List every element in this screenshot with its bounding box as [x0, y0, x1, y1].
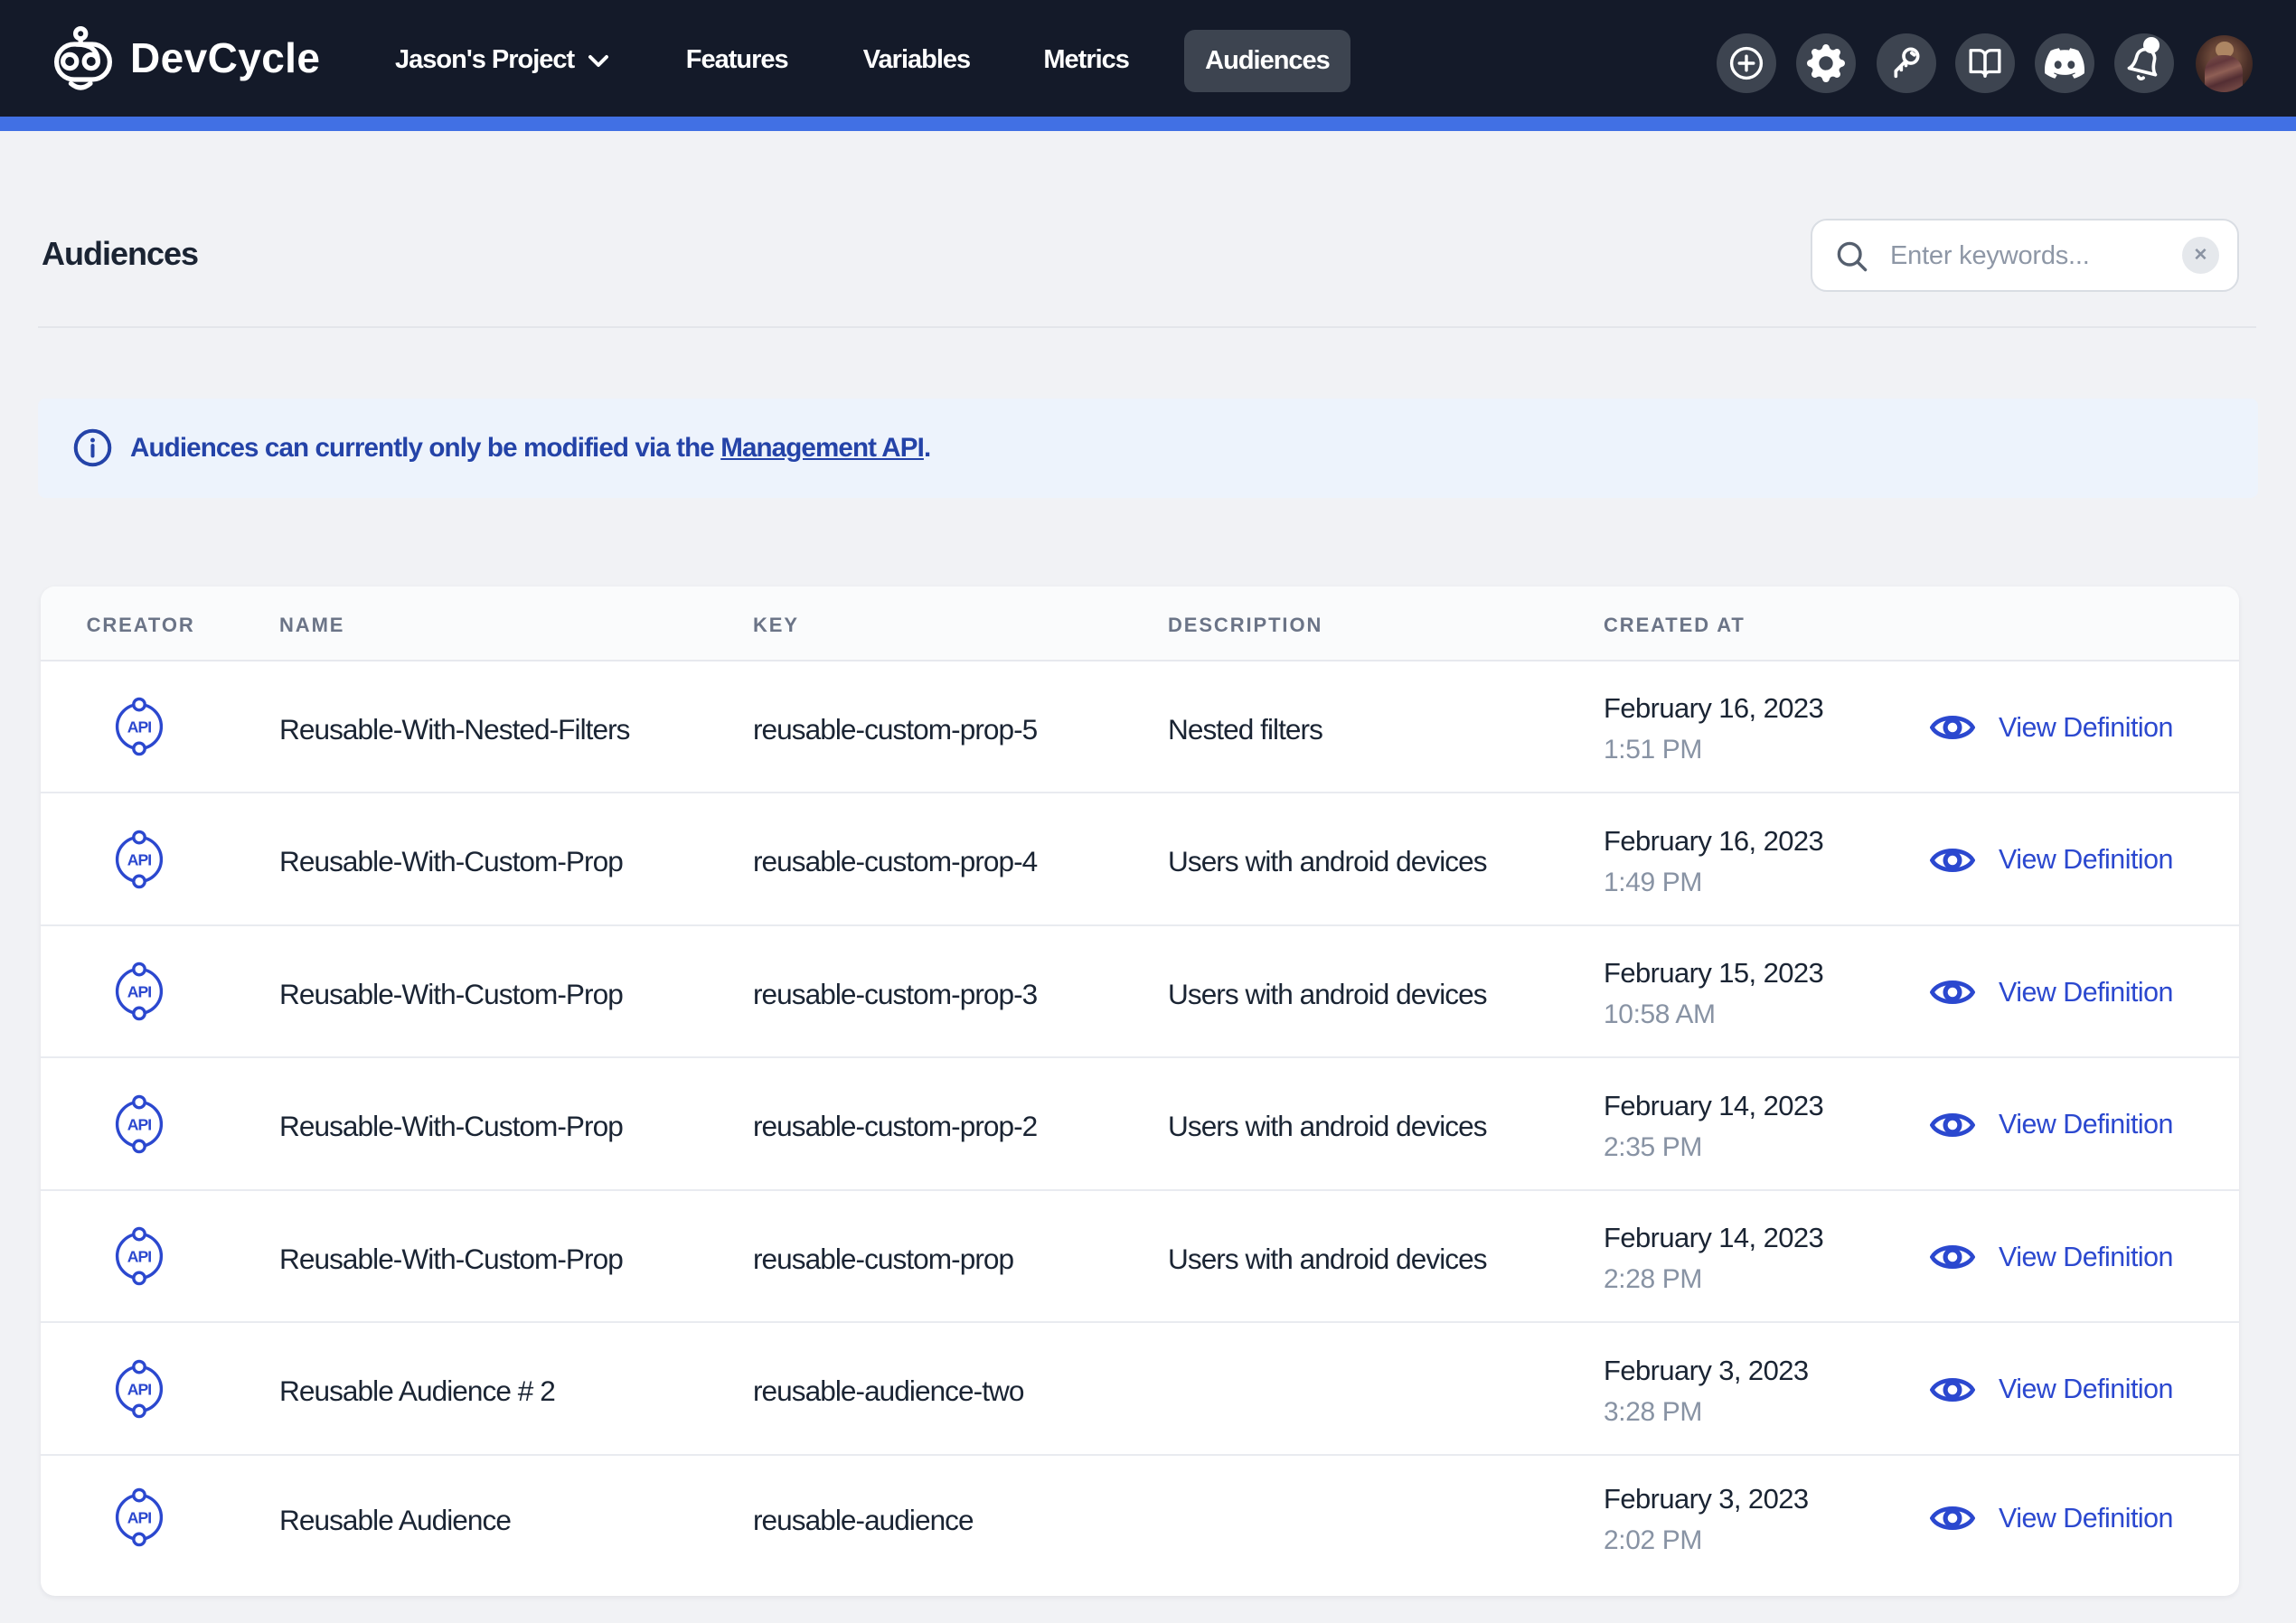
svg-text:API: API	[127, 1509, 152, 1527]
svg-text:API: API	[127, 983, 152, 1001]
svg-text:API: API	[127, 1248, 152, 1266]
svg-text:API: API	[127, 850, 152, 868]
svg-text:API: API	[127, 1380, 152, 1398]
svg-text:API: API	[127, 1115, 152, 1133]
svg-text:API: API	[127, 718, 152, 736]
